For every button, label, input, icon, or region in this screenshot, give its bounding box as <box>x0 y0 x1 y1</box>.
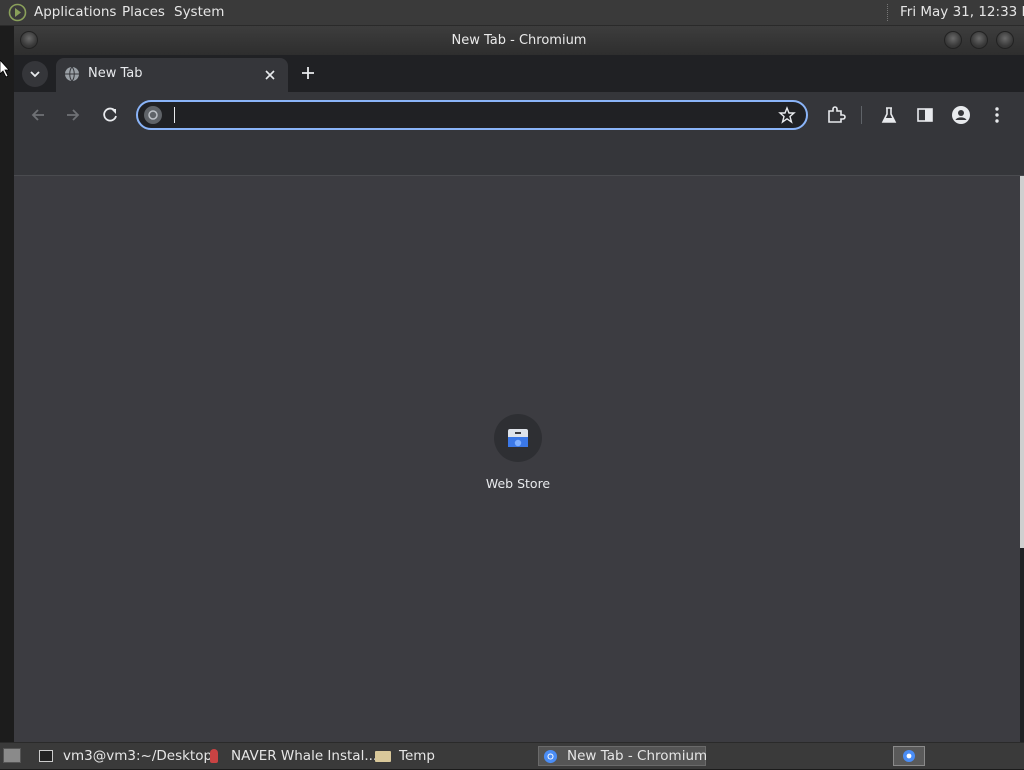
task-label: Temp <box>399 748 435 764</box>
arrow-right-icon <box>67 109 80 121</box>
arrow-left-icon <box>31 109 44 121</box>
top-panel: Applications Places System Fri May 31, 1… <box>0 0 1024 26</box>
tab-new-tab[interactable]: New Tab <box>56 58 288 92</box>
omnibox[interactable] <box>136 100 808 130</box>
address-input[interactable] <box>172 105 766 127</box>
terminal-icon <box>39 750 53 762</box>
globe-icon <box>64 66 80 82</box>
three-dots-vertical-icon <box>995 107 999 123</box>
extensions-button[interactable] <box>824 103 848 127</box>
reload-icon <box>103 107 117 122</box>
show-desktop-icon[interactable] <box>3 748 21 763</box>
flask-icon <box>881 107 897 123</box>
labs-button[interactable] <box>877 103 901 127</box>
profile-button[interactable] <box>949 103 973 127</box>
clock[interactable]: Fri May 31, 12:33 PM <box>900 4 1024 21</box>
menu-system[interactable]: System <box>174 4 224 21</box>
chevron-down-icon <box>30 71 40 78</box>
forward-button[interactable] <box>61 103 85 127</box>
puzzle-icon <box>828 106 846 123</box>
toolbar-separator <box>861 106 862 124</box>
scrollbar[interactable] <box>1020 176 1024 548</box>
close-window-button[interactable] <box>996 31 1014 49</box>
panel-separator <box>887 4 890 21</box>
tab-strip: New Tab <box>14 55 1024 92</box>
window-title: New Tab - Chromium <box>451 33 587 48</box>
site-info-icon[interactable] <box>144 106 162 124</box>
maximize-button[interactable] <box>970 31 988 49</box>
web-store-icon <box>494 414 542 462</box>
minimize-button[interactable] <box>944 31 962 49</box>
side-panel-icon <box>917 108 933 122</box>
task-label: NAVER Whale Instal... <box>231 748 378 764</box>
tab-title: New Tab <box>88 66 143 81</box>
browser-window: New Tab - Chromium New Tab Web Store <box>14 26 1024 742</box>
desktop-background <box>0 26 14 742</box>
plus-icon <box>302 67 314 79</box>
menu-places[interactable]: Places <box>122 4 165 21</box>
chromium-icon <box>543 749 558 764</box>
shortcut-tile-web-store[interactable]: Web Store <box>474 412 562 502</box>
window-titlebar[interactable]: New Tab - Chromium <box>14 26 1024 55</box>
menu-button[interactable] <box>985 103 1009 127</box>
avatar-icon <box>952 106 970 124</box>
text-caret <box>174 107 175 123</box>
task-terminal[interactable]: vm3@vm3:~/Desktop <box>36 746 212 766</box>
mouse-cursor-icon <box>0 59 10 78</box>
menu-applications[interactable]: Applications <box>34 4 116 21</box>
installer-icon <box>210 749 218 763</box>
taskbar: vm3@vm3:~/Desktop NAVER Whale Instal... … <box>0 742 1024 769</box>
new-tab-button[interactable] <box>298 63 318 83</box>
task-temp-folder[interactable]: Temp <box>372 746 532 766</box>
task-label: New Tab - Chromium <box>567 748 708 764</box>
close-tab-icon[interactable] <box>262 67 278 83</box>
browser-toolbar <box>14 92 1024 138</box>
new-tab-page: Web Store <box>14 176 1020 742</box>
task-naver-whale-installer[interactable]: NAVER Whale Instal... <box>206 746 377 766</box>
tab-search-button[interactable] <box>22 61 48 87</box>
task-chromium[interactable]: New Tab - Chromium <box>538 746 708 766</box>
distro-logo-icon[interactable] <box>8 3 27 22</box>
shortcut-label: Web Store <box>485 476 551 491</box>
chromium-mini-icon <box>903 750 915 762</box>
back-button[interactable] <box>26 103 50 127</box>
window-menu-button[interactable] <box>20 31 38 49</box>
folder-icon <box>375 751 391 762</box>
bookmark-bar <box>14 138 1024 176</box>
task-label: vm3@vm3:~/Desktop <box>63 748 213 764</box>
workspace-switcher[interactable] <box>893 746 925 766</box>
bookmark-star-icon[interactable] <box>778 106 796 124</box>
side-panel-button[interactable] <box>913 103 937 127</box>
reload-button[interactable] <box>98 103 122 127</box>
